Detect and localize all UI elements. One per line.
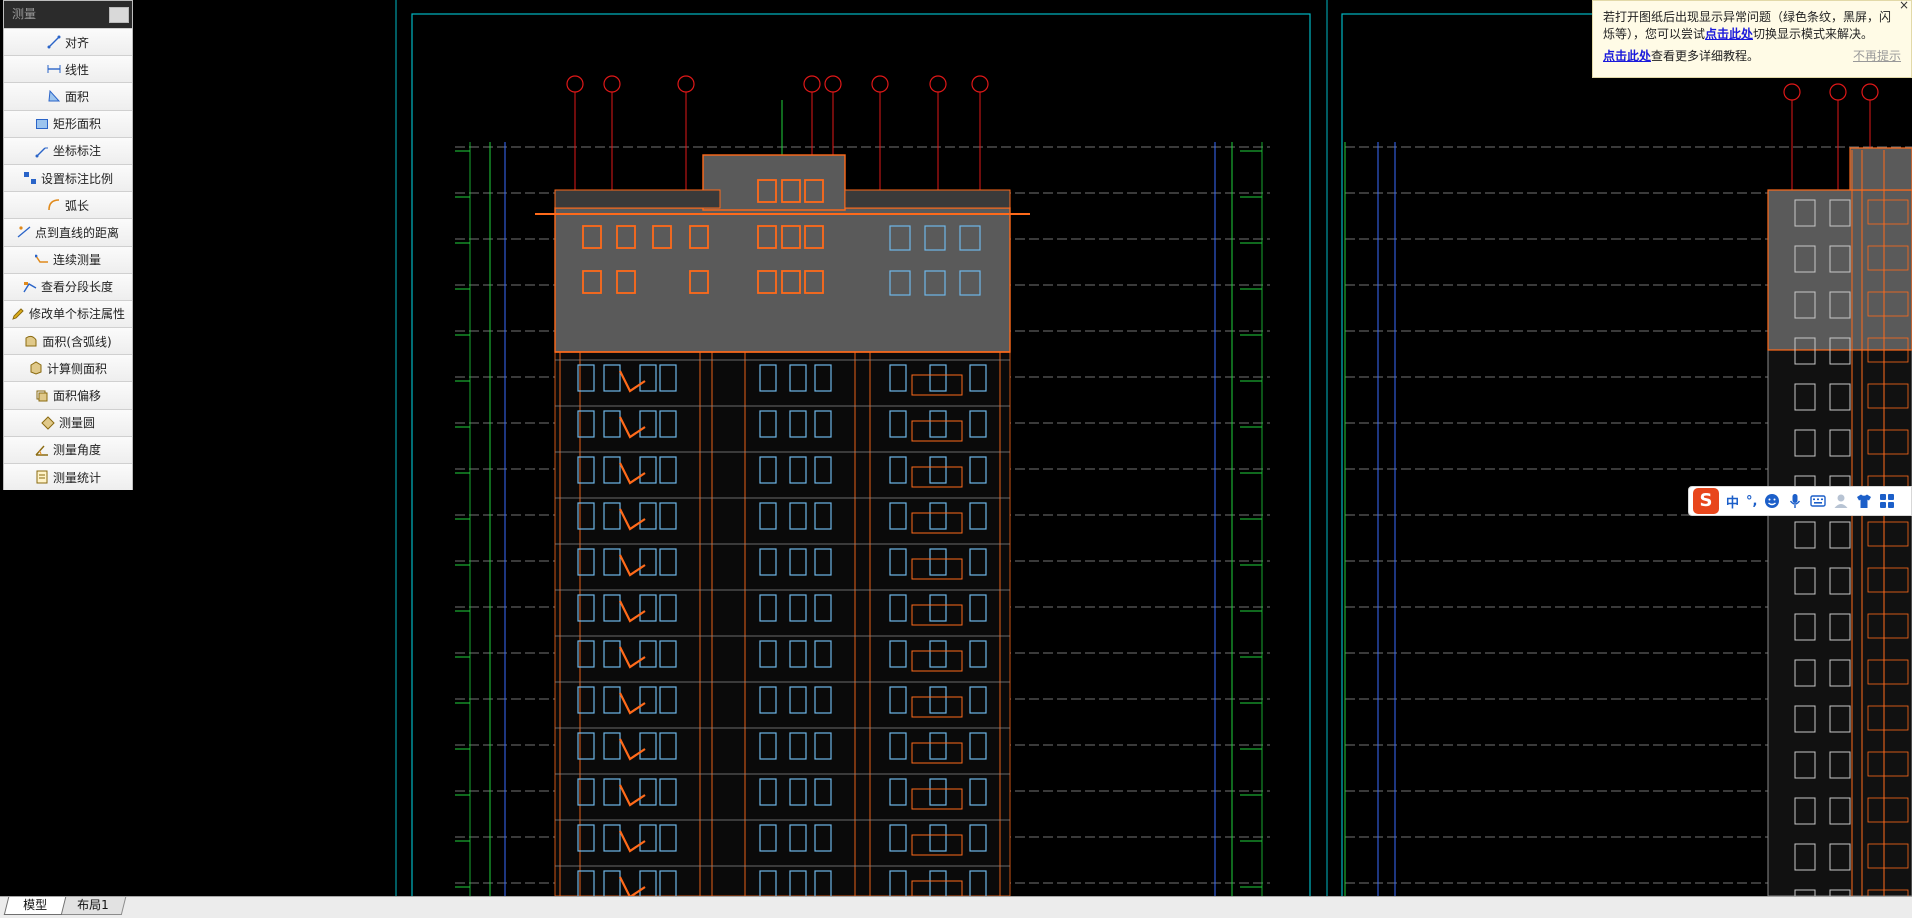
measure-tool-5[interactable]: 坐标标注	[4, 136, 132, 164]
measure-tool-15[interactable]: 测量圆	[4, 408, 132, 436]
axis-bubble	[871, 75, 889, 93]
axis-bubble	[566, 75, 584, 93]
tab-model-label: 模型	[23, 898, 48, 912]
segment-length-icon	[23, 280, 37, 294]
notice-close-button[interactable]: ×	[1895, 0, 1912, 13]
tab-layout1-label: 布局1	[77, 898, 109, 912]
edit-dimension-icon	[11, 307, 25, 321]
measure-tool-label: 测量圆	[58, 416, 95, 431]
layout-tab-bar: 布局1 模型	[0, 896, 1912, 918]
tab-layout1[interactable]: 布局1	[59, 897, 127, 915]
scale-icon	[23, 171, 37, 185]
axis-bubble	[603, 75, 621, 93]
display-issue-notice: × 若打开图纸后出现显示异常问题（绿色条纹，黑屏，闪 烁等），您可以尝试点击此处…	[1592, 0, 1912, 78]
measure-tool-9[interactable]: 连续测量	[4, 245, 132, 273]
rectangle-area-icon	[35, 117, 49, 131]
roof-parapet	[844, 189, 1011, 209]
measure-tool-label: 测量角度	[52, 443, 101, 458]
tab-model[interactable]: 模型	[3, 897, 67, 915]
measure-tool-1[interactable]: 对齐	[4, 28, 132, 56]
notice-line1: 若打开图纸后出现显示异常问题（绿色条纹，黑屏，闪	[1603, 10, 1892, 24]
measure-tool-label: 计算侧面积	[46, 361, 107, 376]
elevation-drawing[interactable]	[0, 0, 1912, 896]
ime-toolbar: S 中 °,	[1688, 486, 1912, 516]
axis-bubble	[1783, 83, 1801, 101]
measure-tool-label: 面积	[64, 89, 89, 104]
area-icon	[47, 89, 61, 103]
measure-tool-6[interactable]: 设置标注比例	[4, 163, 132, 192]
circle-measure-icon	[41, 416, 55, 430]
align-dimension-icon	[47, 35, 61, 49]
measure-panel: 测量 对齐线性面积矩形面积坐标标注设置标注比例 弧长点到直线的距离 连续测量查看分段…	[3, 0, 133, 491]
dont-show-again-link[interactable]: 不再提示	[1853, 48, 1901, 65]
arc-length-icon	[47, 198, 61, 212]
notice-message: 若打开图纸后出现显示异常问题（绿色条纹，黑屏，闪 烁等），您可以尝试点击此处切换…	[1603, 9, 1901, 43]
measure-tool-8[interactable]: 点到直线的距离	[4, 218, 132, 246]
measure-tool-14[interactable]: 面积偏移	[4, 381, 132, 409]
measure-tool-4[interactable]: 矩形面积	[4, 109, 132, 137]
tutorial-link[interactable]: 点击此处	[1603, 49, 1651, 63]
coordinate-icon	[35, 144, 49, 158]
axis-bubble	[803, 75, 821, 93]
switch-display-mode-link[interactable]: 点击此处	[1705, 27, 1753, 41]
measure-tool-label: 点到直线的距离	[34, 225, 119, 240]
measure-tool-12[interactable]: 面积(含弧线)	[4, 327, 132, 355]
arc-area-icon	[24, 334, 38, 348]
statistics-icon	[35, 470, 49, 484]
user-icon[interactable]	[1833, 493, 1849, 509]
measure-tool-label: 线性	[64, 62, 89, 77]
sogou-logo-icon[interactable]: S	[1693, 488, 1719, 514]
measure-tool-11[interactable]: 修改单个标注属性	[4, 299, 132, 328]
panel-collapse-button[interactable]	[109, 7, 129, 23]
measure-tool-3[interactable]: 面积	[4, 82, 132, 110]
tower-body	[554, 351, 1011, 896]
side-area-icon	[29, 361, 43, 375]
emoji-icon[interactable]	[1764, 493, 1780, 509]
right-tower-top	[1849, 147, 1912, 191]
tutorial-text: 查看更多详细教程。	[1651, 49, 1760, 63]
notice-tutorial-row: 点击此处查看更多详细教程。 不再提示	[1603, 48, 1901, 65]
skin-shirt-icon[interactable]	[1856, 493, 1872, 509]
angle-icon	[35, 443, 49, 457]
axis-bubble	[1861, 83, 1879, 101]
measure-tool-label: 坐标标注	[52, 144, 101, 159]
measure-tool-7[interactable]: 弧长	[4, 191, 132, 219]
measure-tool-10[interactable]: 查看分段长度	[4, 272, 132, 300]
notice-line2-prefix: 烁等），您可以尝试	[1603, 27, 1706, 41]
measure-tool-label: 面积(含弧线)	[42, 334, 112, 349]
measure-panel-title: 测量	[12, 7, 37, 21]
measure-tool-label: 面积偏移	[52, 389, 101, 404]
roof-parapet	[554, 189, 721, 209]
measure-tool-label: 弧长	[64, 198, 89, 213]
measure-tool-label: 设置标注比例	[40, 171, 113, 186]
axis-bubble	[971, 75, 989, 93]
cad-drawing-canvas[interactable]	[0, 0, 1912, 918]
measure-tool-label: 查看分段长度	[40, 280, 113, 295]
microphone-icon[interactable]	[1787, 493, 1803, 509]
measure-tool-13[interactable]: 计算侧面积	[4, 354, 132, 382]
axis-bubble	[1829, 83, 1847, 101]
measure-tool-label: 连续测量	[52, 253, 101, 268]
axis-bubble	[824, 75, 842, 93]
point-line-distance-icon	[17, 225, 31, 239]
measure-tool-label: 修改单个标注属性	[28, 307, 125, 322]
continuous-measure-icon	[34, 253, 49, 267]
linear-dimension-icon	[47, 62, 61, 76]
measure-tool-list: 对齐线性面积矩形面积坐标标注设置标注比例 弧长点到直线的距离 连续测量查看分段长度修…	[4, 28, 132, 491]
measure-tool-label: 对齐	[64, 35, 89, 50]
measure-panel-header[interactable]: 测量	[4, 1, 132, 28]
measure-tool-17[interactable]: 测量统计	[4, 463, 132, 491]
axis-bubble	[677, 75, 695, 93]
ime-punctuation-toggle[interactable]: °,	[1746, 494, 1757, 509]
measure-tool-2[interactable]: 线性	[4, 55, 132, 83]
area-offset-icon	[35, 389, 49, 403]
measure-tool-label: 测量统计	[52, 470, 101, 485]
axis-bubble	[929, 75, 947, 93]
keyboard-icon[interactable]	[1810, 493, 1827, 509]
measure-tool-16[interactable]: 测量角度	[4, 435, 132, 463]
measure-tool-label: 矩形面积	[52, 117, 101, 132]
toolbox-grid-icon[interactable]	[1879, 493, 1895, 509]
notice-line2-suffix: 切换显示模式来解决。	[1753, 27, 1874, 41]
ime-mode-toggle[interactable]: 中	[1726, 492, 1739, 511]
